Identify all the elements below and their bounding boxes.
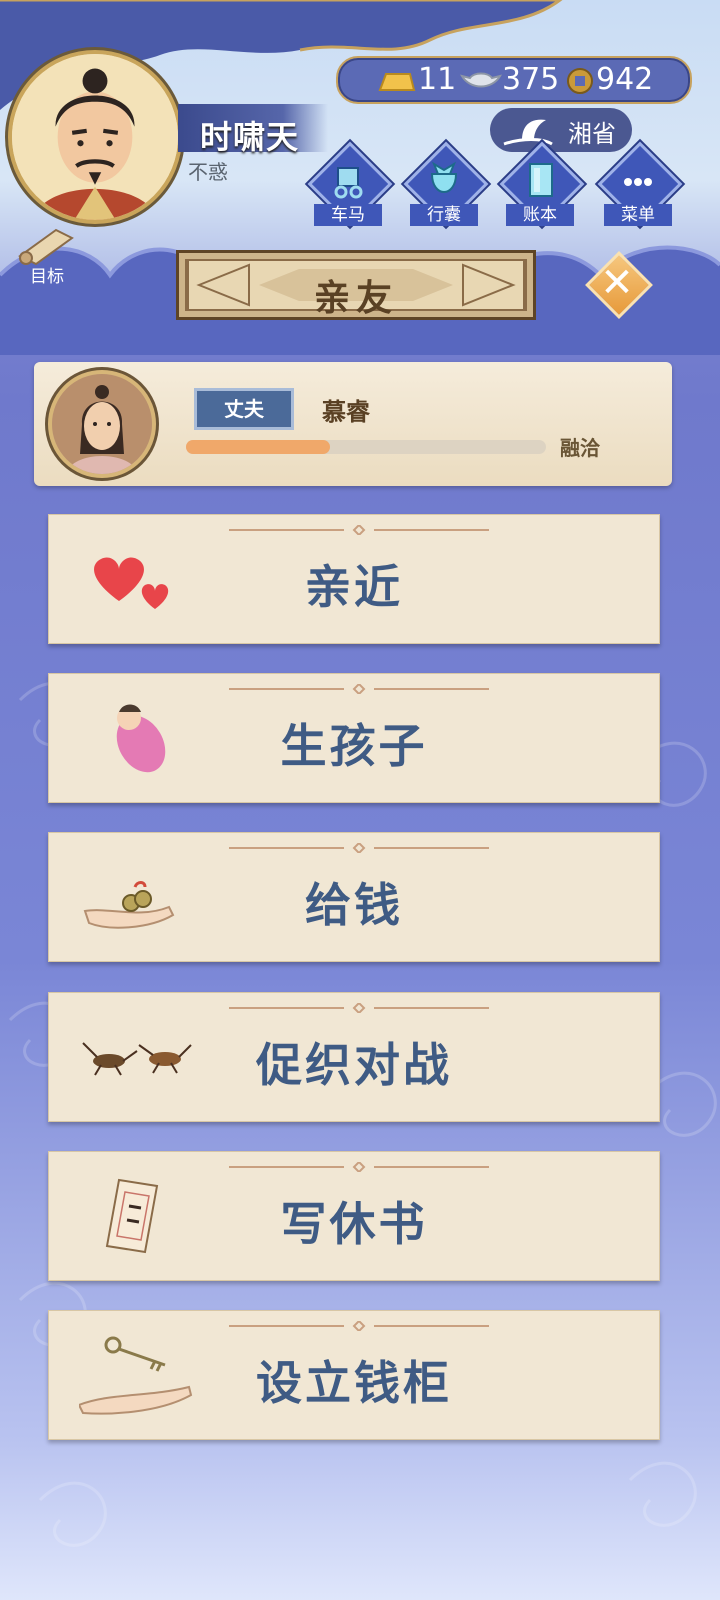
action-label: 设立钱柜 [256,1356,452,1410]
action-label: 生孩子 [280,719,428,773]
panel-title-board: 亲友 [176,250,536,320]
spouse-card[interactable]: 丈夫 慕睿 融洽 [34,362,672,486]
divider-ornament [229,1003,489,1013]
menu-button-carriage[interactable]: 车马 [306,141,393,232]
relation-tag: 丈夫 [194,388,294,430]
more-icon [624,178,652,186]
menu-label-more: 菜单 [604,204,672,226]
action-card-have-child[interactable]: 生孩子 [48,673,660,803]
affinity-bar [186,440,546,454]
divider-ornament [229,684,489,694]
carriage-icon [334,167,363,199]
spouse-name: 慕睿 [322,398,370,426]
menu-label-ledger: 账本 [506,204,574,226]
goal-button[interactable]: 目标 [12,226,84,287]
silver-amount: 375 [502,62,560,97]
action-label: 写休书 [280,1197,428,1251]
action-card-intimacy[interactable]: 亲近 [48,514,660,644]
player-portrait-icon [12,54,178,220]
divider-ornament [229,1321,489,1331]
silver-ingot-icon [460,72,502,88]
coin-amount: 942 [596,62,654,97]
close-button[interactable]: ✕ [585,251,653,319]
divider-ornament [229,843,489,853]
gold-amount: 11 [418,62,457,97]
action-card-set-up-vault[interactable]: 设立钱柜 [48,1310,660,1440]
menu-button-ledger[interactable]: 账本 [498,141,585,232]
action-card-cricket-fight[interactable]: 促织对战 [48,992,660,1122]
ledger-icon [529,163,553,197]
player-age-title: 不惑 [188,160,228,184]
action-label: 亲近 [305,560,403,614]
bag-icon [430,161,458,193]
affinity-label: 融洽 [560,436,600,460]
divider-ornament [229,525,489,535]
spouse-portrait-icon [52,374,152,474]
menu-button-bag[interactable]: 行囊 [402,141,489,232]
goal-label: 目标 [30,267,64,287]
action-card-divorce-letter[interactable]: 写休书 [48,1151,660,1281]
scroll-icon [18,228,74,266]
copper-coin-icon [567,68,593,94]
region-name: 湘省 [568,120,616,148]
player-avatar[interactable] [8,50,182,224]
action-card-give-money[interactable]: 给钱 [48,832,660,962]
menu-button-more[interactable]: 菜单 [596,141,683,232]
gold-bar-icon [378,73,416,91]
action-label: 给钱 [305,878,403,932]
boat-icon [503,119,553,146]
panel-title: 亲友 [313,278,398,319]
close-icon: ✕ [600,260,634,306]
action-label: 促织对战 [256,1038,452,1092]
menu-label-carriage: 车马 [314,204,382,226]
player-name: 时啸天 [200,118,300,156]
menu-label-bag: 行囊 [410,204,478,226]
divider-ornament [229,1162,489,1172]
affinity-bar-fill [186,440,330,454]
spouse-avatar [48,370,156,478]
currency-bar: 11 375 942 [336,56,692,104]
